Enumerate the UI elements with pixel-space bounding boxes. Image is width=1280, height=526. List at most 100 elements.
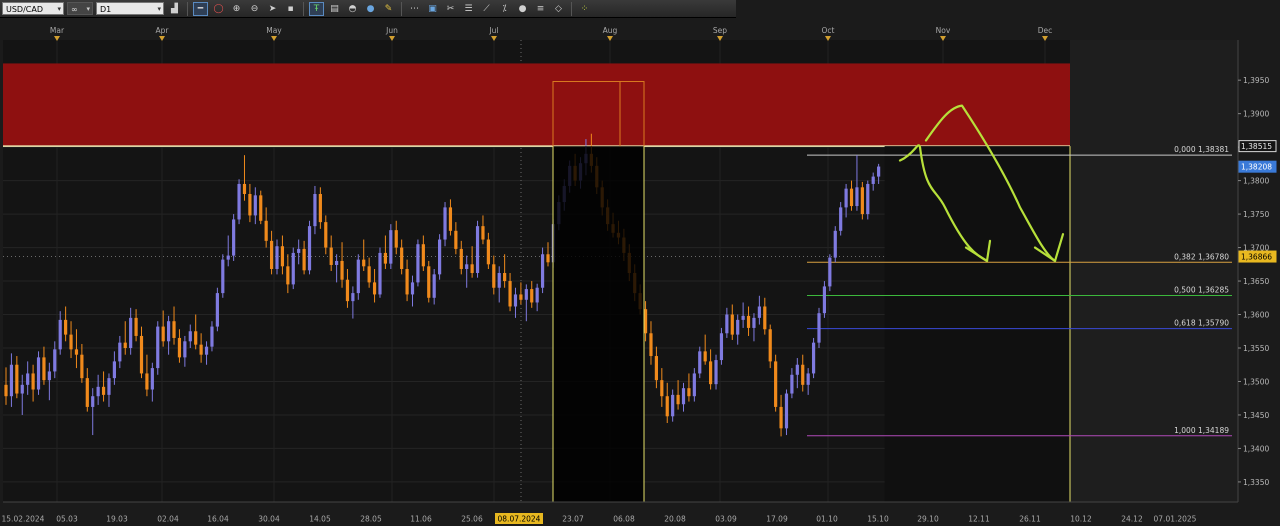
bear-candle <box>242 183 247 194</box>
bull-candle <box>833 230 837 258</box>
bull-candle <box>253 195 257 216</box>
nodes-icon[interactable]: ⋯ <box>407 2 422 16</box>
trading-terminal: USD/CAD ▾ ∞ ▾ D1 ▾ ▟ ━ ◯ ⊕ ⊖ ➤ ▪ Ŧ ▤ ◓ ● ✎ … <box>0 0 1280 526</box>
zoom-in-icon[interactable]: ⊕ <box>229 2 244 16</box>
bull-candle <box>118 342 122 362</box>
brush-icon[interactable]: ◓ <box>345 2 360 16</box>
bull-candle <box>871 176 875 184</box>
date-label: 03.09 <box>715 515 737 524</box>
price-tick-label: 1,3550 <box>1243 344 1269 353</box>
date-label: 29.10 <box>917 515 939 524</box>
bull-candle <box>291 252 295 285</box>
price-tick-label: 1,3650 <box>1243 277 1269 286</box>
circle-icon[interactable]: ● <box>515 2 530 16</box>
trend-icon[interactable]: ⟋ <box>479 2 494 16</box>
bear-candle <box>123 342 127 348</box>
bull-candle <box>26 373 30 385</box>
note-icon[interactable]: ▤ <box>327 2 342 16</box>
bull-candle <box>232 219 236 256</box>
bear-candle <box>519 294 523 300</box>
bear-candle <box>492 264 496 288</box>
bear-candle <box>259 195 263 221</box>
bull-candle <box>757 306 761 318</box>
bear-candle <box>15 364 19 394</box>
point-icon[interactable]: ▪ <box>283 2 298 16</box>
timeframe-select[interactable]: D1 ▾ <box>96 2 164 15</box>
cursor-icon[interactable]: ➤ <box>265 2 280 16</box>
bull-candle <box>9 364 14 397</box>
date-label: 07.01.2025 <box>1154 515 1197 524</box>
bull-candle <box>91 396 95 407</box>
ellipse-icon[interactable]: ◯ <box>211 2 226 16</box>
scissors-icon[interactable]: ✂ <box>443 2 458 16</box>
globe-icon[interactable]: ● <box>363 2 378 16</box>
bull-candle <box>540 254 545 288</box>
bear-candle <box>774 361 778 407</box>
date-label: 05.03 <box>56 515 78 524</box>
fib-level-label: 0,618 1,35790 <box>1174 319 1229 328</box>
bull-candle <box>719 333 724 361</box>
bear-candle <box>801 364 805 385</box>
symbol-select[interactable]: USD/CAD ▾ <box>2 2 64 15</box>
bear-candle <box>649 333 653 357</box>
indicator-icon[interactable]: ⁒ <box>497 2 512 16</box>
price-tick-label: 1,3350 <box>1243 478 1269 487</box>
bear-candle <box>427 266 431 298</box>
bull-candle <box>828 257 832 287</box>
toolbar-divider <box>571 1 572 16</box>
bear-candle <box>470 264 474 274</box>
bear-candle <box>161 326 165 342</box>
bear-candle <box>448 207 453 231</box>
bear-candle <box>134 317 138 336</box>
line-icon[interactable]: ━ <box>193 1 208 16</box>
eraser-icon[interactable]: ◇ <box>551 2 566 16</box>
bear-candle <box>687 388 691 397</box>
screenshot-icon[interactable]: ▣ <box>425 2 440 16</box>
chart-toolbar: USD/CAD ▾ ∞ ▾ D1 ▾ ▟ ━ ◯ ⊕ ⊖ ➤ ▪ Ŧ ▤ ◓ ● ✎ … <box>0 0 736 18</box>
link-value: ∞ <box>71 5 78 14</box>
bear-candle <box>849 188 854 207</box>
bear-candle <box>779 406 783 429</box>
price-tick-label: 1,3800 <box>1243 177 1269 186</box>
month-label: May <box>266 26 282 35</box>
bull-candle <box>47 371 51 381</box>
price-tick-label: 1,3500 <box>1243 377 1269 386</box>
bull-candle <box>221 259 225 294</box>
resistance-zone-fill <box>3 63 1140 147</box>
chart-type-icon[interactable]: ▟ <box>167 2 182 16</box>
bull-candle <box>681 388 686 405</box>
grid-icon[interactable]: ⁘ <box>577 2 592 16</box>
bear-candle <box>665 396 669 417</box>
bull-candle <box>795 364 799 375</box>
bear-candle <box>367 266 371 283</box>
month-label: Jul <box>488 26 498 35</box>
bear-candle <box>763 306 767 330</box>
bull-candle <box>438 239 442 275</box>
bear-candle <box>383 252 387 264</box>
price-chart[interactable]: 0,000 1,38381 0,382 1,36780 0,500 1,36285 0… <box>0 18 1280 526</box>
bear-candle <box>654 356 658 381</box>
bull-candle <box>129 317 133 348</box>
bear-candle <box>248 194 252 216</box>
text-icon[interactable]: Ŧ <box>309 1 324 16</box>
bear-candle <box>362 259 366 267</box>
highlighted-date-label: 08.07.2024 <box>498 515 541 524</box>
highlight-shade <box>553 146 644 502</box>
month-label: Oct <box>822 26 835 35</box>
bull-candle <box>671 394 675 417</box>
pencil-icon[interactable]: ✎ <box>381 2 396 16</box>
date-label: 16.04 <box>207 515 229 524</box>
bear-candle <box>264 220 268 241</box>
bull-candle <box>811 342 816 374</box>
bull-candle <box>806 373 810 385</box>
bull-candle <box>736 319 740 335</box>
bear-candle <box>546 254 550 263</box>
price-marker-label: 1,36866 <box>1241 253 1272 262</box>
bear-candle <box>4 384 8 397</box>
levels-icon[interactable]: ☰ <box>461 2 476 16</box>
bear-candle <box>145 373 149 390</box>
bear-candle <box>318 194 322 223</box>
zoom-out-icon[interactable]: ⊖ <box>247 2 262 16</box>
menu-icon[interactable]: ≡ <box>533 2 548 16</box>
link-select[interactable]: ∞ ▾ <box>67 2 93 15</box>
